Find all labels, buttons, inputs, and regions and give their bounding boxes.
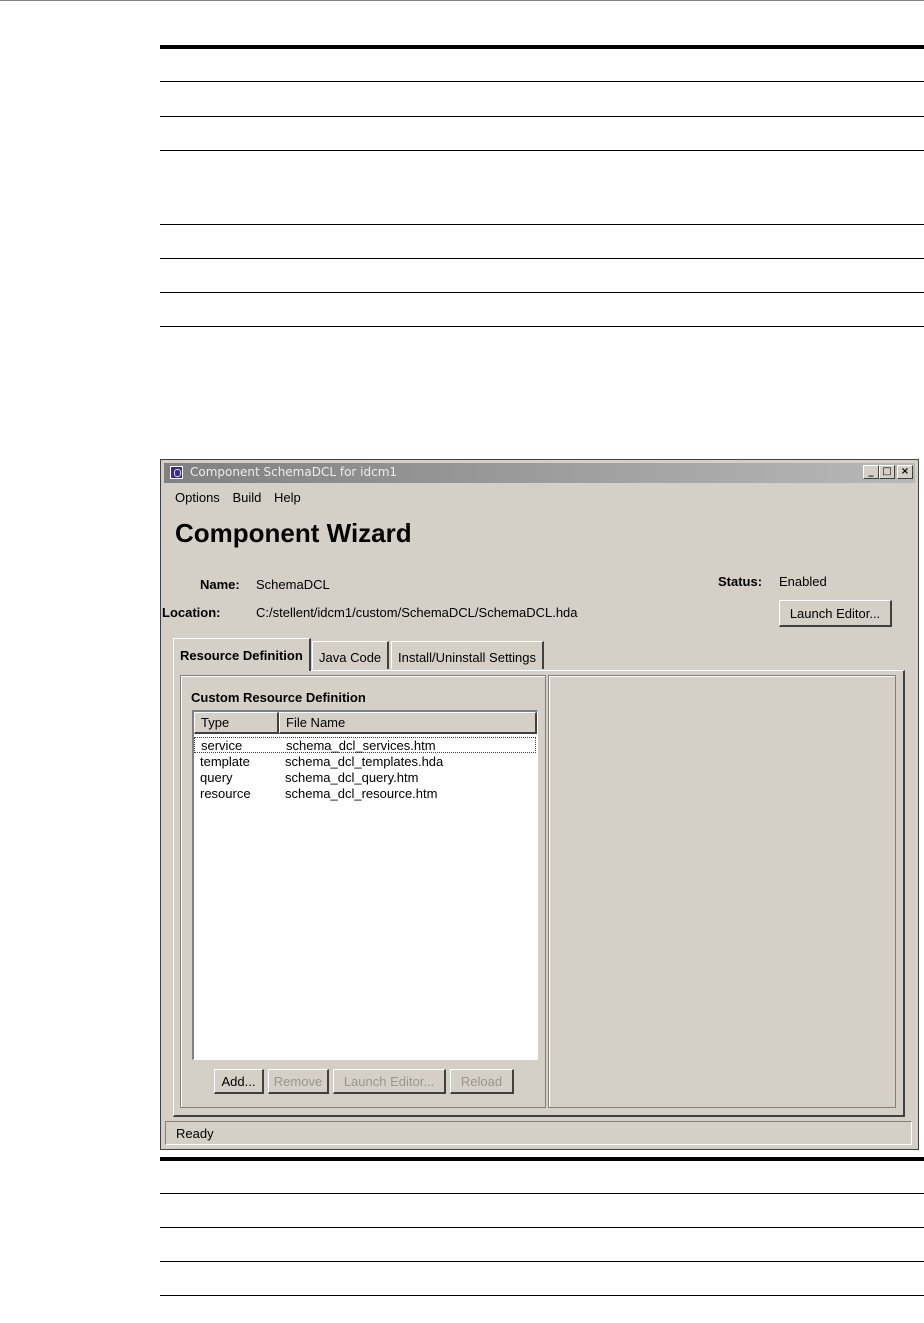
table-top-rule <box>160 1157 924 1161</box>
launch-editor-button[interactable]: Launch Editor... <box>779 600 892 627</box>
table-top-rule <box>160 45 924 49</box>
table-row-rule <box>160 116 924 117</box>
row-type: service <box>201 738 243 753</box>
minimize-button[interactable]: _ <box>863 465 879 479</box>
menu-options[interactable]: Options <box>175 490 220 505</box>
row-type: resource <box>200 786 251 801</box>
maximize-button[interactable]: □ <box>879 465 895 479</box>
row-file-name: schema_dcl_templates.hda <box>285 754 444 769</box>
title-bar[interactable]: Component SchemaDCL for idcm1 _ □ × <box>164 463 915 483</box>
table-row-rule <box>160 1193 924 1194</box>
app-icon <box>170 466 183 479</box>
tab-java-code[interactable]: Java Code <box>312 641 390 669</box>
table-row-rule <box>160 258 924 259</box>
tab-resource-definition[interactable]: Resource Definition <box>173 638 311 671</box>
column-header-type[interactable]: Type <box>194 712 279 734</box>
status-label: Status: <box>718 574 763 589</box>
menu-help[interactable]: Help <box>274 490 301 505</box>
menu-bar: Options Build Help <box>175 490 310 505</box>
table-row-rule <box>160 1227 924 1228</box>
tab-panel: Custom Resource Definition Type File Nam… <box>173 670 905 1117</box>
table-row-rule <box>160 224 924 225</box>
name-value: SchemaDCL <box>256 577 330 592</box>
table-row-rule <box>160 1261 924 1262</box>
resource-list[interactable]: Type File Name service schema_dcl_servic… <box>192 710 538 1060</box>
column-header-file-name[interactable]: File Name <box>279 712 537 734</box>
table-row-rule <box>160 292 924 293</box>
table-bottom-rule <box>160 326 924 327</box>
table-bottom-rule <box>160 1295 924 1296</box>
table-row-rule <box>160 150 924 151</box>
row-file-name: schema_dcl_resource.htm <box>285 786 438 801</box>
launch-editor-resource-button[interactable]: Launch Editor... <box>333 1069 446 1094</box>
page-title: Component Wizard <box>175 518 412 548</box>
close-button[interactable]: × <box>897 465 913 479</box>
row-type: query <box>200 770 233 785</box>
remove-button[interactable]: Remove <box>268 1069 329 1094</box>
row-file-name: schema_dcl_query.htm <box>285 770 419 785</box>
location-value: C:/stellent/idcm1/custom/SchemaDCL/Schem… <box>256 605 578 620</box>
row-type: template <box>200 754 250 769</box>
table-row-rule <box>160 81 924 82</box>
location-label: Location: <box>162 605 221 620</box>
status-bar: Ready <box>165 1121 912 1145</box>
table-row[interactable]: template schema_dcl_templates.hda <box>194 754 536 770</box>
group-title: Custom Resource Definition <box>191 690 366 705</box>
menu-build[interactable]: Build <box>232 490 261 505</box>
component-wizard-window: Component SchemaDCL for idcm1 _ □ × Opti… <box>160 459 919 1150</box>
resource-detail-pane <box>548 675 896 1108</box>
window-title: Component SchemaDCL for idcm1 <box>190 465 398 479</box>
page-header-rule <box>0 0 924 1</box>
reload-button[interactable]: Reload <box>450 1069 514 1094</box>
table-row[interactable]: service schema_dcl_services.htm <box>194 737 536 753</box>
row-file-name: schema_dcl_services.htm <box>286 738 436 753</box>
status-value: Enabled <box>779 574 827 589</box>
tab-install-uninstall-settings[interactable]: Install/Uninstall Settings <box>391 641 545 669</box>
table-row[interactable]: query schema_dcl_query.htm <box>194 770 536 786</box>
resource-definition-pane: Custom Resource Definition Type File Nam… <box>180 675 546 1108</box>
table-row[interactable]: resource schema_dcl_resource.htm <box>194 786 536 802</box>
add-button[interactable]: Add... <box>214 1069 264 1094</box>
name-label: Name: <box>200 577 240 592</box>
